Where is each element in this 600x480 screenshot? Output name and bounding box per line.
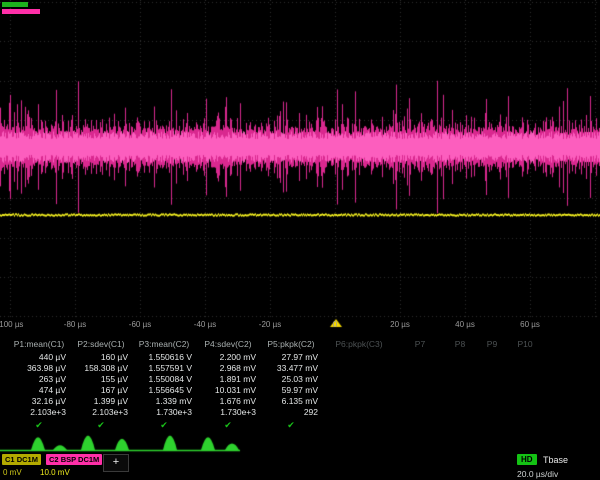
channel-c2-coupling: BSP DC1M — [61, 455, 100, 464]
cursor-crosshair-button[interactable]: + — [103, 454, 129, 472]
status-check-icon: ✔ — [132, 419, 196, 431]
measure-header-p6[interactable]: P6:pkpk(C3) — [322, 338, 396, 351]
measurement-status-row: ✔ ✔ ✔ ✔ ✔ — [8, 419, 322, 431]
measure-cell: 158.308 µV — [70, 363, 132, 374]
crosshair-icon: + — [113, 456, 119, 468]
measure-cell: 1.550084 V — [132, 374, 196, 385]
time-axis-label-zero: 0 — [333, 320, 337, 329]
channel-c2-label: C2 — [49, 455, 59, 464]
measure-header-p3[interactable]: P3:mean(C2) — [132, 338, 196, 351]
measure-cell: 363.98 µV — [8, 363, 70, 374]
measure-cell: 6.135 mV — [260, 396, 322, 407]
status-check-icon: ✔ — [70, 419, 132, 431]
measure-cell: 263 µV — [8, 374, 70, 385]
time-axis-label: -40 µs — [194, 320, 216, 329]
channel-c2-descriptor[interactable]: C2 BSP DC1M — [46, 454, 102, 465]
measure-cell: 1.557591 V — [132, 363, 196, 374]
measurement-table-values: 440 µV 160 µV 1.550616 V 2.200 mV 27.97 … — [8, 352, 322, 418]
measure-cell: 1.730e+3 — [132, 407, 196, 418]
measure-cell: 59.97 mV — [260, 385, 322, 396]
measure-cell: 2.103e+3 — [70, 407, 132, 418]
time-axis-label: 20 µs — [390, 320, 410, 329]
channel-c1-descriptor[interactable]: C1 DC1M — [2, 454, 41, 465]
measure-cell: 440 µV — [8, 352, 70, 363]
channel-c1-coupling: DC1M — [17, 455, 38, 464]
measure-cell: 1.399 µV — [70, 396, 132, 407]
channel-c1-offset: 0 mV — [3, 468, 22, 477]
measure-header-p8[interactable]: P8 — [444, 338, 476, 351]
measure-cell: 292 — [260, 407, 322, 418]
measure-cell: 2.200 mV — [196, 352, 260, 363]
status-check-icon: ✔ — [260, 419, 322, 431]
measure-cell: 32.16 µV — [8, 396, 70, 407]
top-left-green-annotation-badge — [2, 2, 28, 7]
measure-header-p4[interactable]: P4:sdev(C2) — [196, 338, 260, 351]
measure-header-p7[interactable]: P7 — [396, 338, 444, 351]
measure-header-p1[interactable]: P1:mean(C1) — [8, 338, 70, 351]
time-axis-label: -60 µs — [129, 320, 151, 329]
measure-cell: 1.676 mV — [196, 396, 260, 407]
channel-c1-scale: 10.0 mV — [40, 468, 70, 477]
measure-cell: 1.730e+3 — [196, 407, 260, 418]
measure-cell: 474 µV — [8, 385, 70, 396]
measure-header-p2[interactable]: P2:sdev(C1) — [70, 338, 132, 351]
measure-cell: 1.891 mV — [196, 374, 260, 385]
time-axis-label: -20 µs — [259, 320, 281, 329]
measure-cell: 2.968 mV — [196, 363, 260, 374]
measure-header-p9[interactable]: P9 — [476, 338, 508, 351]
measure-cell: 2.103e+3 — [8, 407, 70, 418]
measure-cell: 33.477 mV — [260, 363, 322, 374]
measure-cell: 27.97 mV — [260, 352, 322, 363]
measure-cell: 167 µV — [70, 385, 132, 396]
time-axis-label: -80 µs — [64, 320, 86, 329]
timebase-value: 20.0 µs/div — [517, 469, 558, 479]
measure-cell: 160 µV — [70, 352, 132, 363]
measure-cell: 25.03 mV — [260, 374, 322, 385]
status-check-icon: ✔ — [8, 419, 70, 431]
measure-cell: 10.031 mV — [196, 385, 260, 396]
time-axis: -100 µs -80 µs -60 µs -40 µs -20 µs 0 20… — [0, 320, 600, 332]
timebase-descriptor[interactable]: Tbase — [543, 455, 568, 465]
time-axis-label: -100 µs — [0, 320, 23, 329]
time-axis-label: 40 µs — [455, 320, 475, 329]
status-check-icon: ✔ — [196, 419, 260, 431]
time-axis-label: 60 µs — [520, 320, 540, 329]
hd-mode-badge[interactable]: HD — [517, 454, 537, 465]
measure-cell: 1.339 mV — [132, 396, 196, 407]
measure-cell: 1.556645 V — [132, 385, 196, 396]
channel-c1-label: C1 — [5, 455, 15, 464]
measure-cell: 1.550616 V — [132, 352, 196, 363]
measure-header-p10[interactable]: P10 — [508, 338, 542, 351]
measure-header-p5[interactable]: P5:pkpk(C2) — [260, 338, 322, 351]
top-left-magenta-annotation-badge — [2, 9, 40, 14]
measure-cell: 155 µV — [70, 374, 132, 385]
measurement-table-header: P1:mean(C1) P2:sdev(C1) P3:mean(C2) P4:s… — [8, 338, 542, 351]
